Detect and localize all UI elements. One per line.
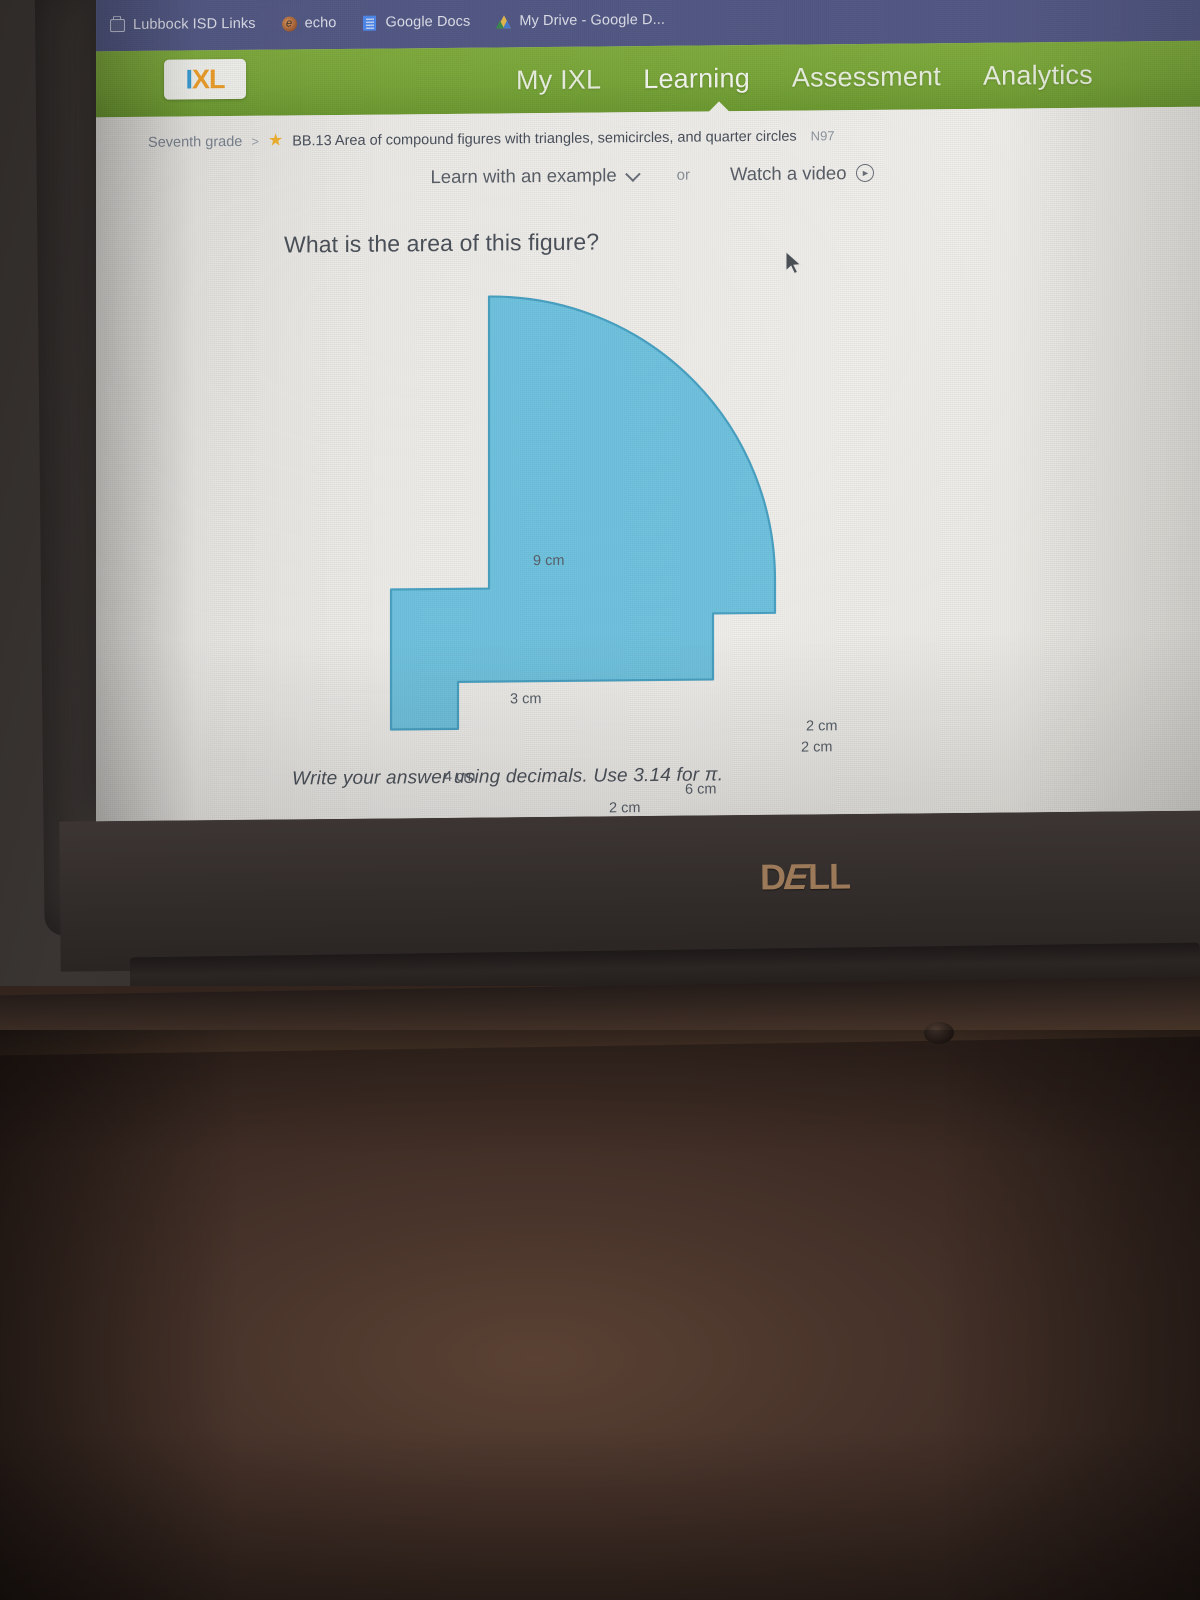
nav-item-analytics[interactable]: Analytics xyxy=(983,59,1093,91)
bookmark-label: My Drive - Google D... xyxy=(519,11,665,30)
mouse-cursor-icon xyxy=(785,250,802,275)
photo-of-laptop-screen: Lubbock ISD Links echo Google Docs My Dr… xyxy=(0,0,1200,1600)
bookmark-echo[interactable]: echo xyxy=(281,15,337,32)
ixl-logo[interactable]: I XL xyxy=(164,58,247,100)
dimension-label-3cm: 3 cm xyxy=(510,691,542,708)
figure-svg xyxy=(389,295,777,731)
ixl-top-navigation: I XL My IXL Learning Assessment Analytics xyxy=(96,40,1200,118)
bookmark-my-drive[interactable]: My Drive - Google D... xyxy=(496,12,665,30)
answer-instruction: Write your answer using decimals. Use 3.… xyxy=(292,764,724,790)
google-drive-icon xyxy=(496,14,511,29)
dell-logo: DELL xyxy=(759,855,851,898)
dimension-label-2cm-right-a: 2 cm xyxy=(805,718,838,735)
keyboard-lighting-overlay xyxy=(0,1030,1200,1600)
bookmark-google-docs[interactable]: Google Docs xyxy=(362,14,470,31)
dimension-label-9cm: 9 cm xyxy=(533,552,565,570)
nav-links: My IXL Learning Assessment Analytics xyxy=(516,42,1093,114)
figure-shape xyxy=(389,295,777,731)
compound-figure: 9 cm 3 cm 4 cm 4 cm 2 cm 6 cm 2 cm 2 cm xyxy=(96,107,1200,822)
dimension-label-2cm-inner: 2 cm xyxy=(609,800,641,817)
bookmark-label: echo xyxy=(304,15,337,32)
google-docs-icon xyxy=(362,15,377,31)
bookmark-lubbock-isd-links[interactable]: Lubbock ISD Links xyxy=(110,16,256,33)
keyboard[interactable]: esc ← → ↻ ~ ` ! 1 xyxy=(0,1030,1200,1600)
ixl-skill-page: Seventh grade > ★ BB.13 Area of compound… xyxy=(96,106,1200,822)
nav-item-assessment[interactable]: Assessment xyxy=(792,61,941,93)
dell-slashed-e: E xyxy=(778,855,815,898)
folder-icon xyxy=(110,18,126,33)
nav-item-learning[interactable]: Learning xyxy=(643,63,750,95)
nav-item-my-ixl[interactable]: My IXL xyxy=(516,64,601,96)
bookmark-label: Lubbock ISD Links xyxy=(133,15,256,33)
bookmark-label: Google Docs xyxy=(385,13,471,31)
ixl-logo-xl: XL xyxy=(192,63,225,94)
echo-icon xyxy=(281,15,297,32)
dimension-label-2cm-right-b: 2 cm xyxy=(800,739,833,756)
laptop-screen: Lubbock ISD Links echo Google Docs My Dr… xyxy=(96,0,1200,822)
